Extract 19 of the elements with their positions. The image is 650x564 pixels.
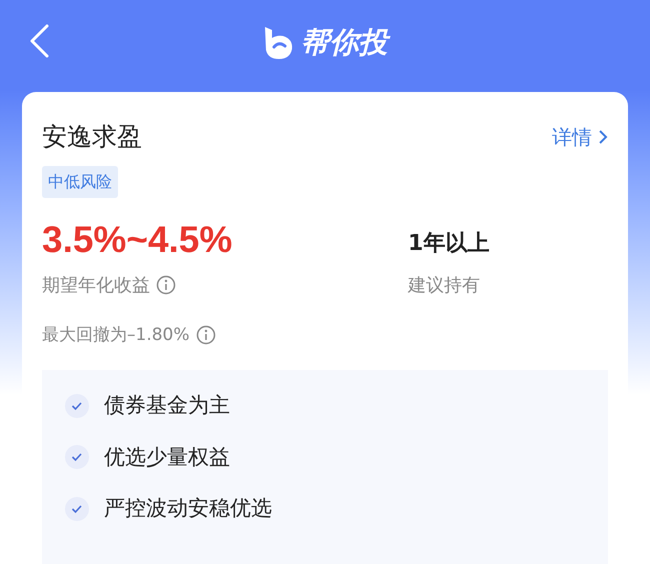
max-drawdown: 最大回撤为–1.80% [42, 324, 190, 346]
holding-label: 建议持有 [408, 274, 481, 298]
return-rate: 3.5%~4.5% [42, 218, 234, 262]
info-icon[interactable] [196, 325, 216, 346]
feature-text: 债券基金为主 [104, 392, 230, 419]
chevron-icon [598, 128, 608, 145]
back-icon[interactable] [28, 24, 50, 58]
risk-tag: 中低风险 [42, 166, 118, 198]
info-icon[interactable] [156, 275, 176, 295]
product-title: 安逸求盈 [42, 121, 142, 153]
check-icon [64, 444, 90, 470]
check-icon [64, 496, 90, 522]
check-icon [64, 392, 90, 419]
detail-link[interactable]: 详情 [552, 122, 608, 152]
feature-text: 优选少量权益 [104, 444, 230, 470]
holding-period: 1年以上 [408, 230, 490, 258]
feature-text: 严控波动安稳优选 [104, 495, 272, 522]
return-label: 期望年化收益 [42, 274, 150, 298]
logo-icon [262, 26, 294, 60]
